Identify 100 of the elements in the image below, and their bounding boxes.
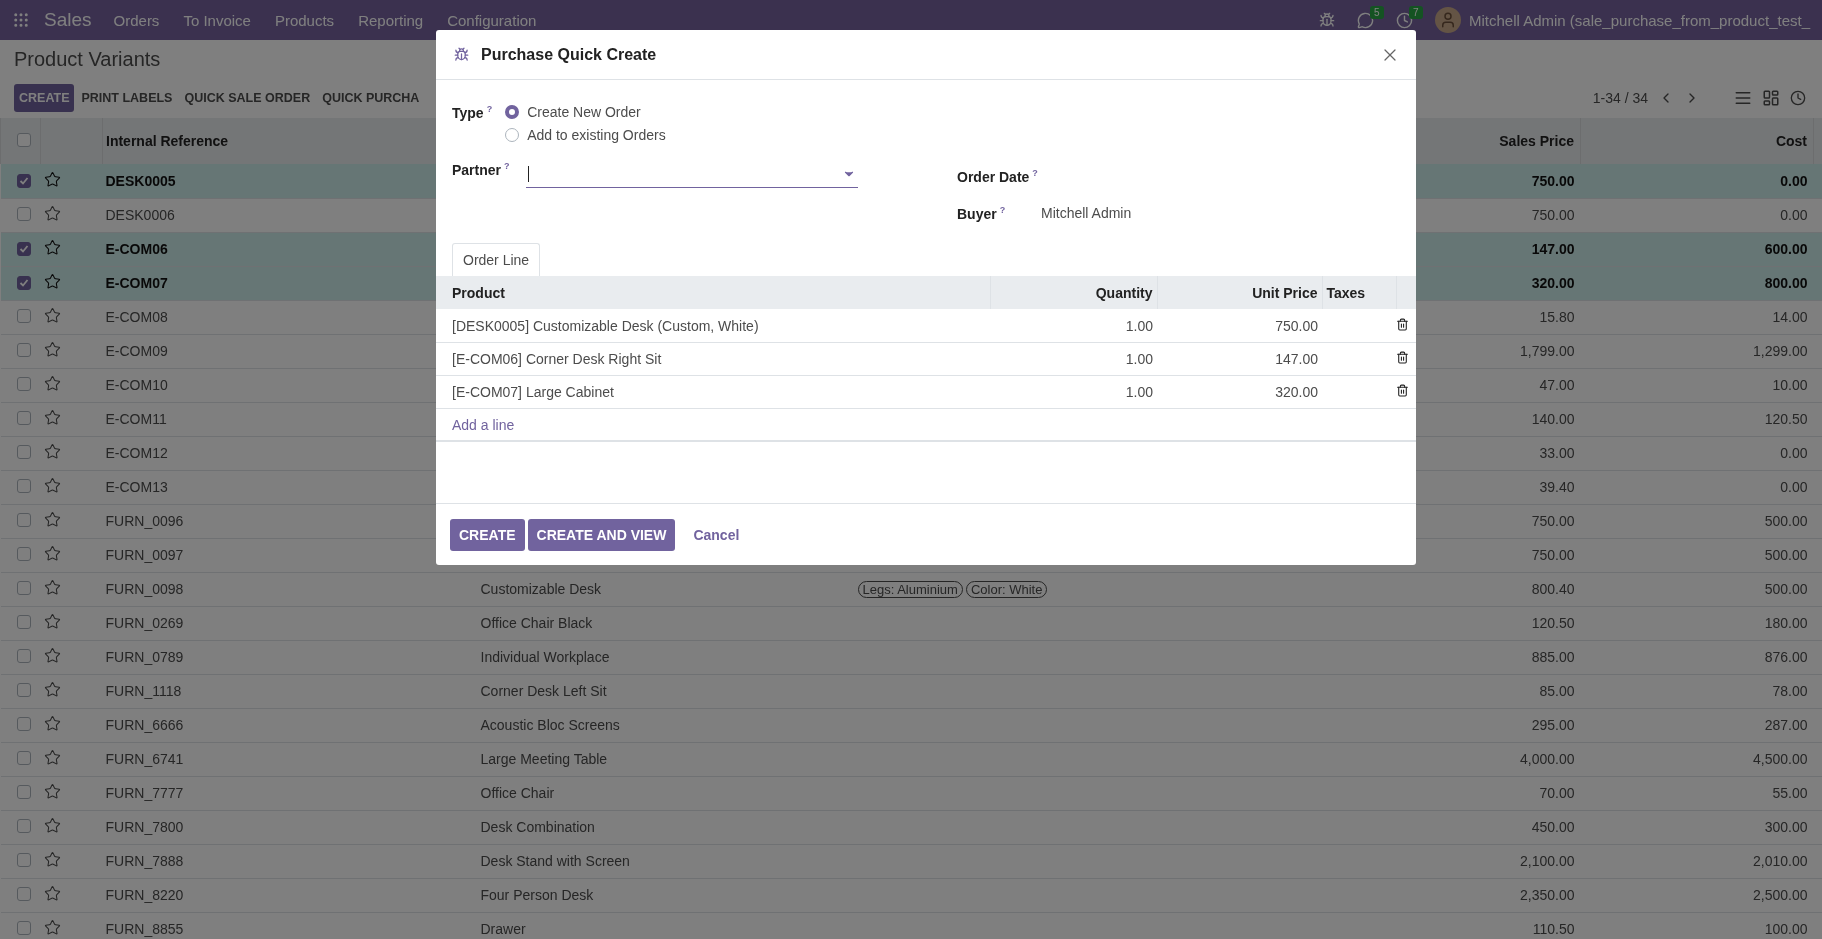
row-checkbox[interactable] — [16, 546, 31, 561]
table-cell: 1.00 — [990, 375, 1157, 409]
user-name[interactable]: Mitchell Admin (sale_purchase_from_product_test_ — [1469, 11, 1810, 29]
table-cell: 78.00 — [1772, 683, 1808, 699]
row-checkbox[interactable] — [16, 242, 31, 256]
menu-item[interactable]: Orders — [113, 11, 160, 29]
table-cell: 1,299.00 — [1753, 343, 1808, 359]
action-button[interactable]: CREATE — [14, 84, 75, 112]
star-icon[interactable] — [43, 919, 61, 936]
menu-item[interactable]: Products — [274, 11, 335, 29]
star-icon[interactable] — [43, 477, 61, 494]
table-cell: 320.00 — [1157, 375, 1322, 409]
radio-option[interactable]: Create New Order — [505, 104, 666, 120]
star-icon[interactable] — [43, 205, 61, 222]
table-cell: 39.40 — [1539, 479, 1575, 495]
table-cell: 55.00 — [1772, 785, 1808, 801]
avatar-icon[interactable] — [1435, 7, 1461, 33]
star-icon[interactable] — [43, 341, 61, 358]
column-header[interactable]: Sales Price — [1499, 133, 1574, 149]
row-checkbox[interactable] — [16, 512, 31, 527]
table-cell: FURN_7888 — [105, 853, 184, 869]
star-icon[interactable] — [43, 511, 61, 528]
row-checkbox[interactable] — [16, 886, 31, 901]
column-header[interactable]: Internal Reference — [106, 133, 229, 149]
column-header[interactable]: Cost — [1775, 133, 1807, 149]
row-checkbox[interactable] — [16, 682, 31, 697]
star-icon[interactable] — [43, 579, 61, 596]
table-cell: 750.00 — [1531, 172, 1575, 189]
menu-item[interactable]: To Invoice — [183, 11, 251, 29]
menu-item[interactable]: Configuration — [447, 11, 537, 29]
action-button[interactable]: QUICK PURCHA — [317, 84, 425, 112]
apps-menu-icon[interactable] — [12, 11, 30, 29]
list-view-icon[interactable] — [1734, 89, 1752, 107]
table-cell: E-COM10 — [105, 377, 168, 393]
select-all-checkbox[interactable] — [17, 132, 31, 147]
app-name[interactable]: Sales — [44, 9, 92, 31]
row-checkbox[interactable] — [16, 173, 31, 188]
action-button[interactable]: QUICK SALE ORDER — [179, 84, 316, 112]
star-icon[interactable] — [43, 170, 61, 188]
bug-icon[interactable] — [1319, 12, 1335, 28]
kanban-view-icon[interactable] — [1762, 89, 1780, 107]
star-icon[interactable] — [43, 239, 61, 256]
star-icon[interactable] — [43, 443, 61, 460]
star-icon[interactable] — [43, 647, 61, 664]
tab[interactable]: Order Line — [452, 243, 541, 277]
row-checkbox[interactable] — [16, 444, 31, 459]
counter-badge: 5 — [1370, 5, 1384, 19]
table-cell: 600.00 — [1764, 241, 1808, 257]
table-cell: 47.00 — [1539, 377, 1575, 393]
table-cell: 0.00 — [1780, 207, 1808, 223]
delete-icon[interactable] — [1396, 383, 1409, 397]
star-icon[interactable] — [43, 715, 61, 732]
table-cell: 800.40 — [1531, 581, 1575, 597]
menu-item[interactable]: Reporting — [358, 11, 424, 29]
activity-view-icon[interactable] — [1790, 90, 1806, 106]
row-checkbox[interactable] — [16, 750, 31, 765]
dialog-button[interactable]: CREATE — [450, 518, 525, 551]
row-checkbox[interactable] — [16, 276, 31, 290]
star-icon[interactable] — [43, 545, 61, 562]
star-icon[interactable] — [43, 409, 61, 426]
action-button[interactable]: PRINT LABELS — [76, 84, 178, 112]
row-checkbox[interactable] — [16, 784, 31, 799]
star-icon[interactable] — [43, 307, 61, 324]
row-checkbox[interactable] — [16, 852, 31, 867]
row-checkbox[interactable] — [16, 478, 31, 493]
star-icon[interactable] — [43, 273, 61, 290]
add-line-link[interactable]: Add a line — [452, 416, 515, 433]
row-checkbox[interactable] — [16, 342, 31, 357]
delete-icon[interactable] — [1396, 317, 1409, 331]
table-cell: FURN_8220 — [105, 887, 184, 903]
radio-icon[interactable] — [505, 128, 520, 142]
star-icon[interactable] — [43, 613, 61, 630]
star-icon[interactable] — [43, 375, 61, 392]
radio-icon[interactable] — [505, 105, 520, 119]
cancel-link[interactable]: Cancel — [684, 518, 749, 551]
star-icon[interactable] — [43, 749, 61, 766]
row-checkbox[interactable] — [16, 206, 31, 221]
chat-icon[interactable] — [1357, 11, 1374, 29]
row-checkbox[interactable] — [16, 818, 31, 833]
counter-badge: 7 — [1409, 5, 1423, 19]
row-checkbox[interactable] — [16, 580, 31, 595]
star-icon[interactable] — [43, 681, 61, 698]
row-checkbox[interactable] — [16, 716, 31, 731]
row-checkbox[interactable] — [16, 614, 31, 629]
dialog-button[interactable]: CREATE AND VIEW — [527, 518, 676, 551]
table-cell: 287.00 — [1764, 717, 1808, 733]
clock-icon[interactable] — [1396, 11, 1413, 29]
star-icon[interactable] — [43, 817, 61, 834]
row-checkbox[interactable] — [16, 920, 31, 935]
star-icon[interactable] — [43, 885, 61, 902]
row-checkbox[interactable] — [16, 308, 31, 323]
table-cell: Individual Workplace — [480, 649, 610, 665]
star-icon[interactable] — [43, 783, 61, 800]
delete-icon[interactable] — [1396, 350, 1409, 364]
star-icon[interactable] — [43, 851, 61, 868]
row-checkbox[interactable] — [16, 376, 31, 391]
table-cell: Office Chair — [480, 785, 555, 801]
row-checkbox[interactable] — [16, 410, 31, 425]
row-checkbox[interactable] — [16, 648, 31, 663]
table-cell: E-COM11 — [105, 411, 167, 427]
